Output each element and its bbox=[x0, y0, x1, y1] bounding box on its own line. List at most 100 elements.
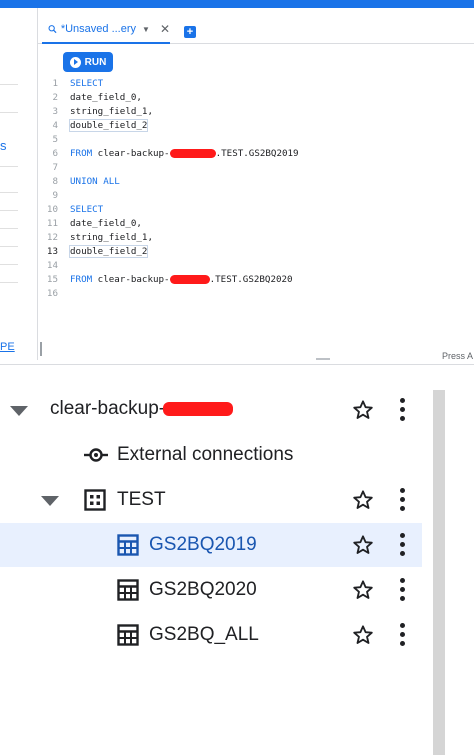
code-text: FROM clear-backup- bbox=[70, 273, 170, 285]
run-button[interactable]: RUN bbox=[63, 52, 113, 72]
more-vert-icon[interactable] bbox=[399, 398, 407, 422]
code-line[interactable]: 6 FROM clear-backup- .TEST.GS2BQ2019 bbox=[39, 146, 299, 160]
line-number: 2 bbox=[52, 91, 58, 103]
tab-label: *Unsaved ...ery bbox=[60, 23, 137, 35]
top-app-bar-strip bbox=[0, 0, 474, 8]
code-text: date_field_0, bbox=[70, 91, 142, 103]
star-icon[interactable] bbox=[352, 399, 374, 421]
more-vert-icon[interactable] bbox=[399, 488, 407, 512]
external-connections-label: External connections bbox=[117, 444, 294, 465]
keyboard-hint: Press A bbox=[442, 351, 474, 361]
code-line[interactable]: 5 bbox=[39, 132, 70, 146]
tree-row-table[interactable]: GS2BQ2019 bbox=[0, 523, 422, 567]
star-icon[interactable] bbox=[352, 624, 374, 646]
more-vert-icon[interactable] bbox=[399, 623, 407, 647]
tree-row-project[interactable]: clear-backup- bbox=[0, 388, 422, 432]
table-label: GS2BQ_ALL bbox=[149, 624, 259, 645]
left-divider bbox=[0, 112, 18, 113]
tree-row-dataset[interactable]: TEST bbox=[0, 478, 422, 522]
code-line[interactable]: 2 date_field_0, bbox=[39, 90, 142, 104]
code-line[interactable]: 11 date_field_0, bbox=[39, 216, 142, 230]
code-text: SELECT bbox=[70, 77, 104, 89]
pane-divider bbox=[0, 364, 474, 365]
tree-row-table[interactable]: GS2BQ2020 bbox=[0, 568, 422, 612]
line-number: 1 bbox=[52, 77, 58, 89]
line-number: 7 bbox=[52, 161, 58, 173]
line-number: 14 bbox=[46, 259, 58, 271]
play-icon bbox=[69, 56, 81, 68]
line-number: 9 bbox=[52, 189, 58, 201]
pane-resize-handle[interactable] bbox=[316, 358, 330, 360]
star-icon[interactable] bbox=[352, 579, 374, 601]
dataset-icon bbox=[84, 489, 106, 511]
collapse-arrow-icon[interactable] bbox=[10, 406, 28, 416]
line-number: 8 bbox=[52, 175, 58, 187]
code-text: date_field_0, bbox=[70, 217, 142, 229]
tree-row-external-connections[interactable]: External connections bbox=[0, 433, 422, 477]
redaction-mark bbox=[169, 274, 210, 284]
run-button-label: RUN bbox=[84, 56, 107, 68]
code-text: string_field_1, bbox=[70, 105, 153, 117]
tab-menu-caret-icon[interactable]: ▼ bbox=[142, 25, 150, 34]
tab-unsaved-query[interactable]: *Unsaved ...ery ▼ ✕ bbox=[42, 16, 170, 44]
line-number: 12 bbox=[46, 231, 58, 243]
project-label: clear-backup- bbox=[50, 398, 234, 420]
line-number: 4 bbox=[52, 119, 58, 131]
sql-editor[interactable]: 1 SELECT 2 date_field_0, 3 string_field_1, 4 do… bbox=[39, 76, 474, 350]
line-number: 5 bbox=[52, 133, 58, 145]
left-partial-link[interactable]: PE bbox=[0, 341, 15, 353]
code-line[interactable]: 9 bbox=[39, 188, 70, 202]
code-line[interactable]: 7 bbox=[39, 160, 70, 174]
redaction-mark bbox=[163, 401, 234, 416]
code-text: FROM clear-backup- bbox=[70, 147, 170, 159]
code-line[interactable]: 16 bbox=[39, 286, 70, 300]
left-divider bbox=[0, 228, 18, 229]
code-line[interactable]: 13 double_field_2 bbox=[39, 244, 149, 258]
table-icon bbox=[117, 534, 139, 556]
line-number: 13 bbox=[46, 245, 58, 257]
table-icon bbox=[117, 624, 139, 646]
code-line[interactable]: 3 string_field_1, bbox=[39, 104, 153, 118]
code-line[interactable]: 4 double_field_2 bbox=[39, 118, 149, 132]
line-number: 10 bbox=[46, 203, 58, 215]
code-line[interactable]: 14 bbox=[39, 258, 70, 272]
table-label: GS2BQ2019 bbox=[149, 534, 257, 555]
external-connection-icon bbox=[84, 448, 108, 462]
code-line[interactable]: 15 FROM clear-backup- .TEST.GS2BQ2020 bbox=[39, 272, 293, 286]
line-number: 11 bbox=[46, 217, 58, 229]
editor-scroll-handle[interactable] bbox=[40, 342, 42, 356]
left-panel-partial: s PE bbox=[0, 8, 38, 360]
code-line[interactable]: 1 SELECT bbox=[39, 76, 103, 90]
line-number: 15 bbox=[46, 273, 58, 285]
tree-scrollbar[interactable] bbox=[433, 390, 445, 755]
star-icon[interactable] bbox=[352, 534, 374, 556]
query-search-icon bbox=[48, 25, 57, 34]
code-text: string_field_1, bbox=[70, 231, 153, 243]
collapse-arrow-icon[interactable] bbox=[41, 496, 59, 506]
dataset-label: TEST bbox=[117, 489, 166, 510]
left-divider bbox=[0, 282, 18, 283]
redaction-mark bbox=[169, 148, 216, 158]
code-line[interactable]: 10 SELECT bbox=[39, 202, 103, 216]
left-divider bbox=[0, 264, 18, 265]
tree-row-table[interactable]: GS2BQ_ALL bbox=[0, 613, 422, 657]
left-divider bbox=[0, 166, 18, 167]
code-text: double_field_2 bbox=[68, 244, 149, 258]
code-text: SELECT bbox=[70, 203, 104, 215]
code-text-suffix: .TEST.GS2BQ2019 bbox=[215, 147, 299, 159]
left-partial-text: s bbox=[0, 138, 7, 153]
table-label: GS2BQ2020 bbox=[149, 579, 257, 600]
code-line[interactable]: 8 UNION ALL bbox=[39, 174, 120, 188]
editor-tab-bar: *Unsaved ...ery ▼ ✕ + bbox=[38, 8, 474, 44]
table-icon bbox=[117, 579, 139, 601]
left-divider bbox=[0, 246, 18, 247]
more-vert-icon[interactable] bbox=[399, 578, 407, 602]
tab-close-icon[interactable]: ✕ bbox=[160, 22, 170, 36]
add-tab-icon[interactable]: + bbox=[184, 26, 196, 38]
star-icon[interactable] bbox=[352, 489, 374, 511]
left-divider bbox=[0, 84, 18, 85]
line-number: 16 bbox=[46, 287, 58, 299]
code-text: UNION ALL bbox=[70, 175, 120, 187]
code-line[interactable]: 12 string_field_1, bbox=[39, 230, 153, 244]
more-vert-icon[interactable] bbox=[399, 533, 407, 557]
